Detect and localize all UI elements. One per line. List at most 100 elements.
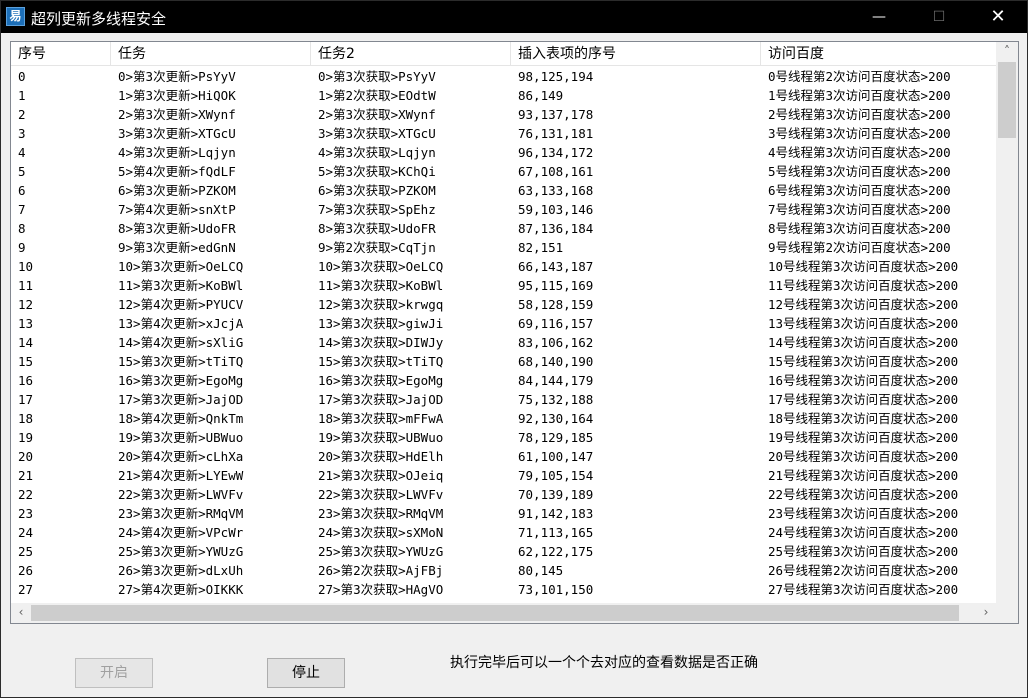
table-row[interactable]: 27 27>第4次更新>OIKKK 27>第3次获取>HAgVO 73,101,150… — [11, 580, 996, 599]
row-visit-baidu-cell: 20号线程第3次访问百度状态>200 — [768, 449, 959, 464]
table-row[interactable]: 11 11>第3次更新>KoBWl 11>第3次获取>KoBWl 95,115,169… — [11, 276, 996, 295]
row-index-cell: 24 — [18, 525, 34, 540]
row-index-cell: 3 — [18, 126, 26, 141]
row-task2-cell: 25>第3次获取>YWUzG — [318, 544, 444, 559]
table-row[interactable]: 15 15>第3次更新>tTiTQ 15>第3次获取>tTiTQ 68,140,190… — [11, 352, 996, 371]
row-index-cell: 12 — [18, 297, 34, 312]
row-visit-baidu-cell: 0号线程第2次访问百度状态>200 — [768, 69, 951, 84]
row-visit-baidu-cell: 15号线程第3次访问百度状态>200 — [768, 354, 959, 369]
row-visit-baidu-cell: 2号线程第3次访问百度状态>200 — [768, 107, 951, 122]
table-row[interactable]: 9 9>第3次更新>edGnN 9>第2次获取>CqTjn 82,151 9号线程第2次… — [11, 238, 996, 257]
table-row[interactable]: 13 13>第4次更新>xJcjA 13>第3次获取>giwJi 69,116,157… — [11, 314, 996, 333]
table-row[interactable]: 21 21>第4次更新>LYEwW 21>第3次获取>OJeiq 79,105,154… — [11, 466, 996, 485]
row-insert-index-cell: 84,144,179 — [518, 373, 594, 388]
row-index-cell: 4 — [18, 145, 26, 160]
row-visit-baidu-cell: 27号线程第3次访问百度状态>200 — [768, 582, 959, 597]
row-index-cell: 14 — [18, 335, 34, 350]
table-row[interactable]: 25 25>第3次更新>YWUzG 25>第3次获取>YWUzG 62,122,175… — [11, 542, 996, 561]
row-insert-index-cell: 78,129,185 — [518, 430, 594, 445]
row-insert-index-cell: 87,136,184 — [518, 221, 594, 236]
list-rows: 0 0>第3次更新>PsYyV 0>第3次获取>PsYyV 98,125,194 0号线… — [11, 67, 996, 603]
column-header-task2[interactable]: 任务2 — [311, 42, 511, 66]
row-task-cell: 0>第3次更新>PsYyV — [118, 69, 236, 84]
horizontal-scroll-thumb[interactable] — [31, 605, 959, 621]
row-visit-baidu-cell: 22号线程第3次访问百度状态>200 — [768, 487, 959, 502]
row-insert-index-cell: 93,137,178 — [518, 107, 594, 122]
table-row[interactable]: 6 6>第3次更新>PZKOM 6>第3次获取>PZKOM 63,133,168 6号线… — [11, 181, 996, 200]
row-task-cell: 13>第4次更新>xJcjA — [118, 316, 244, 331]
row-index-cell: 19 — [18, 430, 34, 445]
table-row[interactable]: 14 14>第4次更新>sXliG 14>第3次获取>DIWJy 83,106,162… — [11, 333, 996, 352]
column-header-visit-baidu[interactable]: 访问百度 — [761, 42, 996, 66]
row-insert-index-cell: 62,122,175 — [518, 544, 594, 559]
row-visit-baidu-cell: 4号线程第3次访问百度状态>200 — [768, 145, 951, 160]
table-row[interactable]: 24 24>第4次更新>VPcWr 24>第3次获取>sXMoN 71,113,165… — [11, 523, 996, 542]
table-row[interactable]: 12 12>第4次更新>PYUCV 12>第3次获取>krwgq 58,128,159… — [11, 295, 996, 314]
row-task2-cell: 0>第3次获取>PsYyV — [318, 69, 436, 84]
table-row[interactable]: 26 26>第3次更新>dLxUh 26>第2次获取>AjFBj 80,145 26号线… — [11, 561, 996, 580]
row-task2-cell: 10>第3次获取>OeLCQ — [318, 259, 444, 274]
horizontal-scrollbar[interactable]: ‹ › — [11, 603, 996, 623]
row-index-cell: 2 — [18, 107, 26, 122]
row-index-cell: 26 — [18, 563, 34, 578]
row-index-cell: 23 — [18, 506, 34, 521]
column-header-task[interactable]: 任务 — [111, 42, 311, 66]
table-row[interactable]: 23 23>第3次更新>RMqVM 23>第3次获取>RMqVM 91,142,183… — [11, 504, 996, 523]
table-row[interactable]: 19 19>第3次更新>UBWuo 19>第3次获取>UBWuo 78,129,185… — [11, 428, 996, 447]
vertical-scrollbar[interactable]: ˄ — [996, 42, 1018, 603]
table-row[interactable]: 5 5>第4次更新>fQdLF 5>第3次获取>KChQi 67,108,161 5号线… — [11, 162, 996, 181]
column-header-index[interactable]: 序号 — [11, 42, 111, 66]
row-task2-cell: 16>第3次获取>EgoMg — [318, 373, 444, 388]
table-row[interactable]: 3 3>第3次更新>XTGcU 3>第3次获取>XTGcU 76,131,181 3号线… — [11, 124, 996, 143]
stop-button[interactable]: 停止 — [267, 658, 345, 688]
row-insert-index-cell: 68,140,190 — [518, 354, 594, 369]
row-visit-baidu-cell: 6号线程第3次访问百度状态>200 — [768, 183, 951, 198]
row-index-cell: 27 — [18, 582, 34, 597]
window-title: 超列更新多线程安全 — [31, 10, 167, 28]
app-icon: 易 — [6, 7, 25, 26]
row-task2-cell: 6>第3次获取>PZKOM — [318, 183, 436, 198]
scroll-right-icon[interactable]: › — [976, 603, 996, 622]
column-header-insert-index[interactable]: 插入表项的序号 — [511, 42, 761, 66]
row-task-cell: 11>第3次更新>KoBWl — [118, 278, 244, 293]
scroll-left-icon[interactable]: ‹ — [11, 603, 31, 622]
table-row[interactable]: 0 0>第3次更新>PsYyV 0>第3次获取>PsYyV 98,125,194 0号线… — [11, 67, 996, 86]
table-row[interactable]: 20 20>第4次更新>cLhXa 20>第3次获取>HdElh 61,100,147… — [11, 447, 996, 466]
table-row[interactable]: 16 16>第3次更新>EgoMg 16>第3次获取>EgoMg 84,144,179… — [11, 371, 996, 390]
row-task-cell: 27>第4次更新>OIKKK — [118, 582, 244, 597]
row-insert-index-cell: 58,128,159 — [518, 297, 594, 312]
row-task2-cell: 21>第3次获取>OJeiq — [318, 468, 444, 483]
scroll-up-icon[interactable]: ˄ — [996, 42, 1018, 61]
maximize-button[interactable]: ☐ — [916, 1, 962, 33]
row-visit-baidu-cell: 17号线程第3次访问百度状态>200 — [768, 392, 959, 407]
row-index-cell: 16 — [18, 373, 34, 388]
start-button[interactable]: 开启 — [75, 658, 153, 688]
row-index-cell: 21 — [18, 468, 34, 483]
row-task2-cell: 27>第3次获取>HAgVO — [318, 582, 444, 597]
row-task2-cell: 12>第3次获取>krwgq — [318, 297, 444, 312]
row-task-cell: 12>第4次更新>PYUCV — [118, 297, 244, 312]
title-bar[interactable]: 易 超列更新多线程安全 — ☐ ✕ — [1, 1, 1027, 33]
table-row[interactable]: 2 2>第3次更新>XWynf 2>第3次获取>XWynf 93,137,178 2号线… — [11, 105, 996, 124]
row-index-cell: 25 — [18, 544, 34, 559]
table-row[interactable]: 17 17>第3次更新>JajOD 17>第3次获取>JajOD 75,132,188… — [11, 390, 996, 409]
minimize-button[interactable]: — — [856, 1, 902, 33]
table-row[interactable]: 22 22>第3次更新>LWVFv 22>第3次获取>LWVFv 70,139,189… — [11, 485, 996, 504]
table-row[interactable]: 1 1>第3次更新>HiQOK 1>第2次获取>EOdtW 86,149 1号线程第3次… — [11, 86, 996, 105]
row-visit-baidu-cell: 24号线程第3次访问百度状态>200 — [768, 525, 959, 540]
close-button[interactable]: ✕ — [975, 1, 1021, 33]
row-insert-index-cell: 76,131,181 — [518, 126, 594, 141]
row-visit-baidu-cell: 26号线程第2次访问百度状态>200 — [768, 563, 959, 578]
row-task-cell: 5>第4次更新>fQdLF — [118, 164, 236, 179]
data-list-view[interactable]: 序号 任务 任务2 插入表项的序号 访问百度 0 0>第3次更新>PsYyV 0>第… — [10, 41, 1019, 624]
table-row[interactable]: 4 4>第3次更新>Lqjyn 4>第3次获取>Lqjyn 96,134,172 4号线… — [11, 143, 996, 162]
row-task-cell: 14>第4次更新>sXliG — [118, 335, 244, 350]
table-row[interactable]: 18 18>第4次更新>QnkTm 18>第3次获取>mFFwA 92,130,164… — [11, 409, 996, 428]
table-row[interactable]: 10 10>第3次更新>OeLCQ 10>第3次获取>OeLCQ 66,143,187… — [11, 257, 996, 276]
vertical-scroll-thumb[interactable] — [998, 62, 1016, 138]
row-task-cell: 3>第3次更新>XTGcU — [118, 126, 236, 141]
row-task-cell: 18>第4次更新>QnkTm — [118, 411, 244, 426]
table-row[interactable]: 7 7>第4次更新>snXtP 7>第3次获取>SpEhz 59,103,146 7号线… — [11, 200, 996, 219]
row-insert-index-cell: 63,133,168 — [518, 183, 594, 198]
table-row[interactable]: 8 8>第3次更新>UdoFR 8>第3次获取>UdoFR 87,136,184 8号线… — [11, 219, 996, 238]
